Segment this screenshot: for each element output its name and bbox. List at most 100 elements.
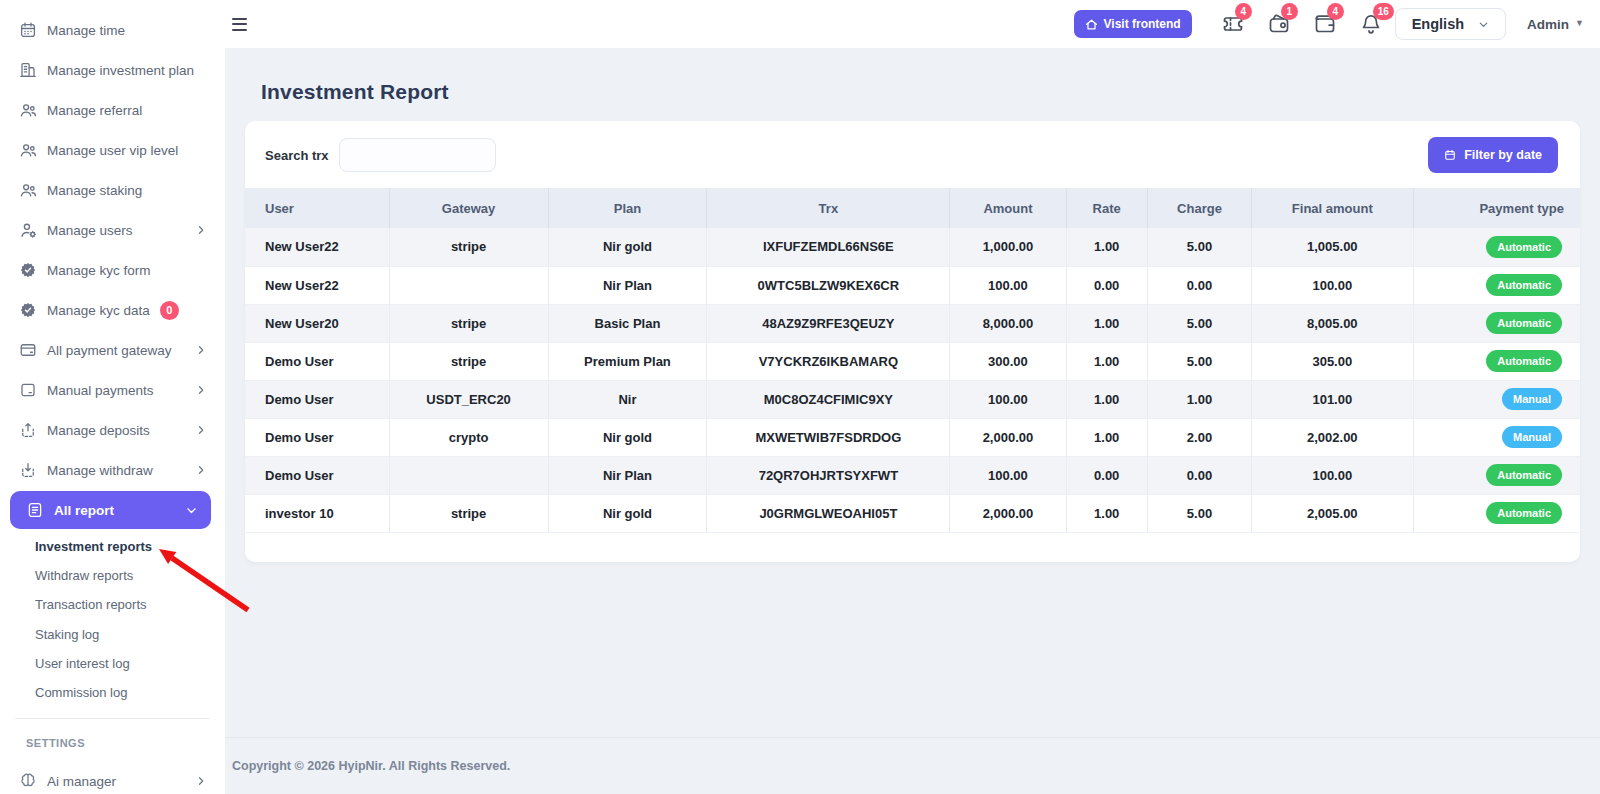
- language-select[interactable]: English: [1395, 8, 1506, 40]
- cell-plan: Nir gold: [548, 494, 707, 532]
- chevron-down-icon: [185, 504, 198, 517]
- cell-final-amount: 2,002.00: [1252, 418, 1414, 456]
- sidebar-item-manage-time[interactable]: Manage time: [0, 10, 225, 50]
- cell-trx: IXFUFZEMDL66NS6E: [707, 228, 950, 266]
- cell-payment-type: Automatic: [1413, 456, 1580, 494]
- sidebar-item-manage-withdraw[interactable]: Manage withdraw: [0, 450, 225, 490]
- sidebar-item-manage-staking[interactable]: Manage staking: [0, 170, 225, 210]
- sidebar-item-manage-kyc-form[interactable]: Manage kyc form: [0, 250, 225, 290]
- cell-gateway: crypto: [389, 418, 548, 456]
- sidebar-item-manage-referral[interactable]: Manage referral: [0, 90, 225, 130]
- sidebar-subitem-user-interest-log[interactable]: User interest log: [0, 649, 225, 678]
- payment-type-badge: Automatic: [1486, 236, 1562, 258]
- withdraw-icon: [18, 460, 38, 480]
- count-badge: 0: [160, 301, 179, 320]
- cell-rate: 1.00: [1066, 342, 1147, 380]
- sidebar-item-manage-user-vip-level[interactable]: Manage user vip level: [0, 130, 225, 170]
- ticket-icon[interactable]: 4: [1221, 12, 1245, 36]
- sidebar-item-label: Manual payments: [47, 383, 154, 398]
- hamburger-menu-icon[interactable]: [232, 18, 247, 31]
- cell-amount: 2,000.00: [950, 418, 1066, 456]
- search-trx-input[interactable]: [339, 138, 496, 172]
- credit-card-icon: [18, 340, 38, 360]
- badge-check-icon: [18, 300, 38, 320]
- sidebar-subitem-transaction-reports[interactable]: Transaction reports: [0, 590, 225, 619]
- brain-icon: [18, 771, 38, 791]
- column-header-rate: Rate: [1066, 188, 1147, 228]
- cell-user: New User22: [245, 228, 389, 266]
- topbar-right: Visit frontend 414 16 English Admin ▼: [1074, 8, 1584, 40]
- sidebar-item-manage-users[interactable]: Manage users: [0, 210, 225, 250]
- sidebar-item-all-payment-gateway[interactable]: All payment gateway: [0, 330, 225, 370]
- sidebar-subitem-commission-log[interactable]: Commission log: [0, 678, 225, 707]
- column-header-plan: Plan: [548, 188, 707, 228]
- users-icon: [18, 140, 38, 160]
- topbar: Visit frontend 41416 English Admin ▼: [225, 0, 1600, 48]
- cell-trx: MXWETWIB7FSDRDOG: [707, 418, 950, 456]
- cell-charge: 0.00: [1147, 456, 1251, 494]
- cell-trx: 48AZ9Z9RFE3QEUZY: [707, 304, 950, 342]
- sidebar-subitem-withdraw-reports[interactable]: Withdraw reports: [0, 561, 225, 590]
- filter-by-date-label: Filter by date: [1464, 148, 1542, 162]
- cell-rate: 1.00: [1066, 228, 1147, 266]
- sidebar-item-label: All payment gateway: [47, 343, 172, 358]
- cell-gateway: [389, 456, 548, 494]
- sidebar: Manage timeManage investment planManage …: [0, 0, 225, 794]
- notification-badge: 1: [1281, 3, 1298, 20]
- cell-rate: 0.00: [1066, 266, 1147, 304]
- cell-final-amount: 305.00: [1252, 342, 1414, 380]
- sidebar-subitem-staking-log[interactable]: Staking log: [0, 620, 225, 649]
- cell-final-amount: 100.00: [1252, 456, 1414, 494]
- admin-menu[interactable]: Admin ▼: [1527, 17, 1584, 32]
- cell-plan: Nir gold: [548, 228, 707, 266]
- cell-amount: 8,000.00: [950, 304, 1066, 342]
- table-row: New User20stripeBasic Plan48AZ9Z9RFE3QEU…: [245, 304, 1580, 342]
- column-header-gateway: Gateway: [389, 188, 548, 228]
- cell-gateway: [389, 266, 548, 304]
- visit-frontend-label: Visit frontend: [1104, 17, 1181, 31]
- sidebar-item-manage-deposits[interactable]: Manage deposits: [0, 410, 225, 450]
- cell-user: Demo User: [245, 380, 389, 418]
- column-header-trx: Trx: [707, 188, 950, 228]
- cell-trx: M0C8OZ4CFIMIC9XY: [707, 380, 950, 418]
- sidebar-item-label: Manage users: [47, 223, 133, 238]
- cell-plan: Nir: [548, 380, 707, 418]
- admin-label: Admin: [1527, 17, 1569, 32]
- sidebar-item-ai-manager[interactable]: Ai manager: [0, 761, 225, 794]
- sidebar-subitem-investment-reports[interactable]: Investment reports: [0, 532, 225, 561]
- sidebar-item-label: Ai manager: [47, 774, 116, 789]
- payment-type-badge: Manual: [1502, 388, 1562, 410]
- cell-plan: Nir gold: [548, 418, 707, 456]
- cell-charge: 5.00: [1147, 342, 1251, 380]
- chevron-down-icon: [1478, 19, 1489, 30]
- sidebar-item-label: Manage deposits: [47, 423, 150, 438]
- sidebar-item-manage-investment-plan[interactable]: Manage investment plan: [0, 50, 225, 90]
- sidebar-item-all-report[interactable]: All report: [10, 491, 211, 529]
- cell-charge: 5.00: [1147, 494, 1251, 532]
- page-title: Investment Report: [261, 79, 1580, 105]
- notification-badge: 16: [1373, 3, 1394, 20]
- wallet-coin-icon[interactable]: 1: [1267, 12, 1291, 36]
- wallet-icon[interactable]: 4: [1313, 12, 1337, 36]
- payment-type-badge: Automatic: [1486, 274, 1562, 296]
- cell-plan: Nir Plan: [548, 456, 707, 494]
- users-icon: [18, 100, 38, 120]
- settings-section-label: SETTINGS: [0, 719, 225, 752]
- sidebar-item-label: Manage kyc form: [47, 263, 151, 278]
- sidebar-item-manual-payments[interactable]: Manual payments: [0, 370, 225, 410]
- cell-rate: 0.00: [1066, 456, 1147, 494]
- filter-by-date-button[interactable]: Filter by date: [1428, 137, 1558, 173]
- visit-frontend-button[interactable]: Visit frontend: [1074, 10, 1192, 38]
- cell-amount: 300.00: [950, 342, 1066, 380]
- cell-charge: 0.00: [1147, 266, 1251, 304]
- cell-trx: V7YCKRZ6IKBAMARQ: [707, 342, 950, 380]
- investment-table: UserGatewayPlanTrxAmountRateChargeFinal …: [245, 188, 1580, 533]
- notification-badge: 4: [1235, 3, 1252, 20]
- cell-final-amount: 2,005.00: [1252, 494, 1414, 532]
- sidebar-item-label: All report: [54, 503, 114, 518]
- footer: Copyright © 2026 HyipNir. All Rights Res…: [225, 737, 1600, 794]
- sidebar-item-manage-kyc-data[interactable]: Manage kyc data 0: [0, 290, 225, 330]
- sidebar-item-label: Manage kyc data: [47, 303, 150, 318]
- report-icon: [25, 500, 45, 520]
- bell-icon[interactable]: 16: [1359, 12, 1383, 36]
